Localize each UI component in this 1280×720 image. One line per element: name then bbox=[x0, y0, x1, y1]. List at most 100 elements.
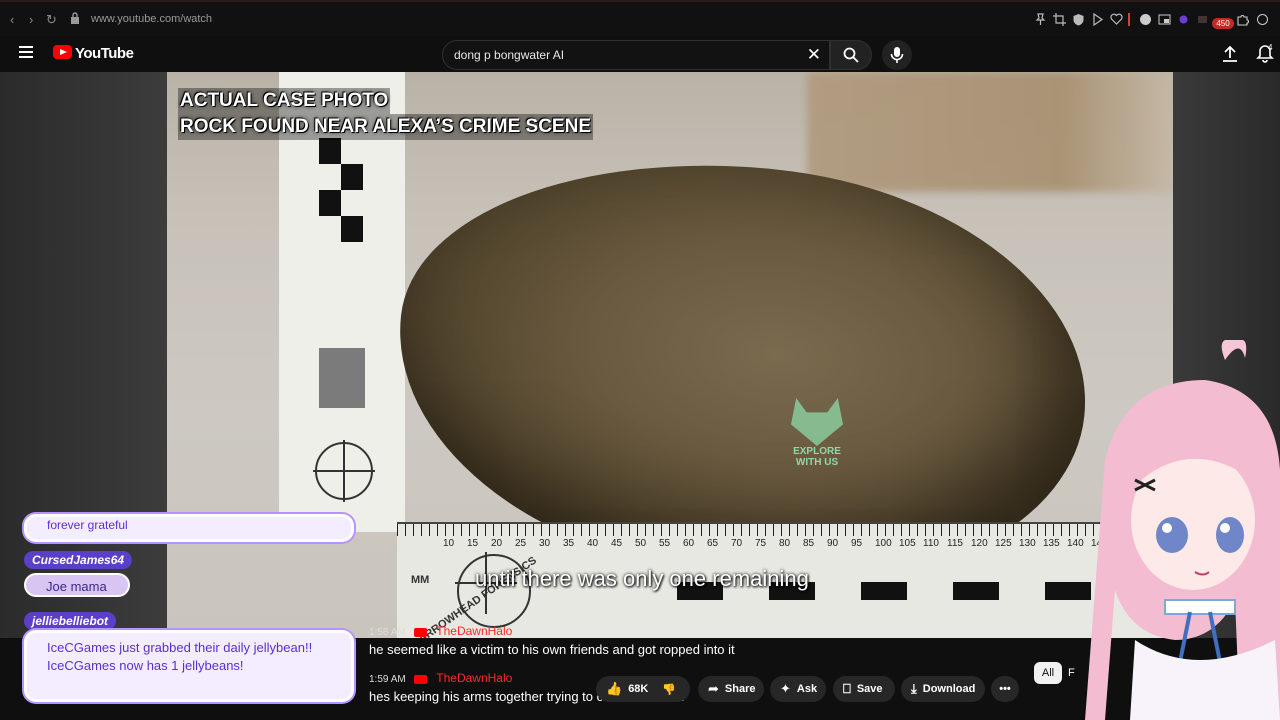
forensic-ruler-vertical bbox=[279, 72, 405, 532]
ruler-number: 50 bbox=[635, 538, 647, 549]
video-caption: until there was only one remaining bbox=[475, 566, 809, 591]
ask-label: Ask bbox=[796, 683, 818, 695]
ruler-number: 35 bbox=[563, 538, 575, 549]
vtuber-avatar bbox=[1085, 340, 1280, 720]
case-photo-title: ACTUAL CASE PHOTO ROCK FOUND NEAR ALEXA’… bbox=[178, 88, 593, 140]
save-button[interactable]: ⎕ Save bbox=[833, 676, 895, 702]
extension-icon[interactable] bbox=[1139, 13, 1152, 26]
back-button[interactable]: ‹ bbox=[10, 12, 14, 27]
ruler-number: 105 bbox=[899, 538, 916, 549]
ruler-number: 55 bbox=[659, 538, 671, 549]
heart-icon[interactable] bbox=[1110, 13, 1123, 26]
ruler-number: 70 bbox=[731, 538, 743, 549]
ask-button[interactable]: ✦ Ask bbox=[770, 676, 826, 702]
share-icon: ➦ bbox=[708, 681, 719, 696]
ruler-number: 85 bbox=[803, 538, 815, 549]
forward-button[interactable]: › bbox=[29, 12, 33, 27]
ruler-number: 20 bbox=[491, 538, 503, 549]
extension-dark-icon[interactable] bbox=[1196, 13, 1209, 26]
like-button[interactable]: 👍 68K 👎 bbox=[596, 676, 690, 702]
ruler-number: 115 bbox=[947, 538, 963, 549]
notifications-count: 4 bbox=[1268, 43, 1273, 52]
reload-button[interactable]: ↻ bbox=[46, 12, 57, 28]
search-button[interactable] bbox=[830, 40, 872, 70]
download-label: Download bbox=[922, 683, 976, 695]
extension-purple-icon[interactable] bbox=[1177, 13, 1190, 26]
ruler-number: 75 bbox=[755, 538, 767, 549]
save-label: Save bbox=[856, 683, 883, 695]
share-button[interactable]: ➦ Share bbox=[698, 676, 764, 702]
search-query[interactable]: dong p bongwater AI bbox=[454, 48, 564, 62]
crop-icon[interactable] bbox=[1053, 13, 1066, 26]
bookmark-icon: ⎕ bbox=[843, 681, 851, 696]
puzzle-icon[interactable] bbox=[1236, 13, 1249, 26]
voice-search-button[interactable] bbox=[882, 40, 912, 70]
watermark-text: EXPLORE WITH US bbox=[793, 446, 841, 468]
youtube-badge-icon bbox=[414, 627, 428, 637]
ruler-number: 100 bbox=[875, 538, 892, 549]
ruler-number: 90 bbox=[827, 538, 839, 549]
youtube-header: YouTube dong p bongwater AI ✕ 4 bbox=[0, 36, 1280, 72]
ruler-number: 120 bbox=[971, 538, 988, 549]
search-input[interactable]: dong p bongwater AI ✕ bbox=[442, 40, 830, 70]
divider bbox=[1128, 13, 1130, 26]
crosshair-target bbox=[313, 440, 375, 502]
ruler-number: 45 bbox=[611, 538, 623, 549]
stream-chat-bubble: forever grateful bbox=[24, 514, 354, 542]
ruler-number: 125 bbox=[995, 538, 1012, 549]
thumbs-up-icon: 👍 bbox=[606, 681, 623, 696]
chat-author[interactable]: TheDawnHalo bbox=[436, 624, 512, 638]
like-count: 68K bbox=[628, 683, 649, 695]
menu-icon[interactable] bbox=[19, 46, 33, 58]
more-actions-button[interactable]: ••• bbox=[991, 676, 1019, 702]
ruler-number: 10 bbox=[443, 538, 455, 549]
share-label: Share bbox=[724, 683, 756, 695]
download-button[interactable]: ⤓ Download bbox=[901, 676, 985, 702]
upload-icon[interactable] bbox=[1222, 45, 1238, 63]
chat-timestamp: 1:58 AM bbox=[369, 627, 406, 638]
thumbs-down-icon[interactable]: 👎 bbox=[662, 683, 676, 696]
chat-timestamp: 1:59 AM bbox=[369, 674, 406, 685]
ruler-number: 135 bbox=[1043, 538, 1060, 549]
chat-author[interactable]: TheDawnHalo bbox=[436, 671, 512, 685]
live-chat-message: he seemed like a victim to his own frien… bbox=[369, 642, 735, 657]
ruler-unit: MM bbox=[411, 574, 430, 586]
stream-chat-bubble: IceCGames just grabbed their daily jelly… bbox=[24, 630, 354, 702]
case-photo-title-line1: ACTUAL CASE PHOTO bbox=[178, 88, 391, 114]
ruler-number: 40 bbox=[587, 538, 599, 549]
picture-in-picture-icon[interactable] bbox=[1158, 13, 1171, 26]
pin-icon[interactable] bbox=[1034, 13, 1047, 26]
stream-chat-message: Joe mama bbox=[24, 573, 130, 597]
ruler-number: 25 bbox=[515, 538, 527, 549]
more-icon: ••• bbox=[999, 683, 1011, 695]
mic-icon bbox=[890, 47, 904, 63]
youtube-logo-text[interactable]: YouTube bbox=[75, 45, 134, 62]
filter-chip-all[interactable]: All bbox=[1034, 662, 1062, 684]
ruler-number: 60 bbox=[683, 538, 695, 549]
live-chat-meta: 1:59 AM TheDawnHalo bbox=[369, 671, 512, 685]
stream-chat-message: IceCGames just grabbed their daily jelly… bbox=[47, 640, 313, 673]
play-icon[interactable] bbox=[1091, 13, 1104, 26]
youtube-badge-icon bbox=[414, 674, 428, 684]
search-icon bbox=[843, 47, 859, 63]
download-tray-icon[interactable] bbox=[1256, 13, 1269, 26]
stream-chat-message: forever grateful bbox=[47, 518, 128, 532]
filter-chip-next[interactable]: F bbox=[1068, 662, 1075, 684]
case-photo-title-line2: ROCK FOUND NEAR ALEXA’S CRIME SCENE bbox=[178, 114, 593, 140]
stream-chat-username: jelliebelliebot bbox=[24, 612, 117, 630]
ruler-number: 30 bbox=[539, 538, 551, 549]
youtube-logo-icon[interactable] bbox=[53, 45, 72, 59]
background-wall bbox=[807, 72, 1173, 192]
address-bar[interactable]: www.youtube.com/watch bbox=[91, 13, 212, 25]
live-chat-meta: 1:58 AM TheDawnHalo bbox=[369, 624, 512, 638]
ruler-number: 80 bbox=[779, 538, 791, 549]
ruler-number: 65 bbox=[707, 538, 719, 549]
clear-search-icon[interactable]: ✕ bbox=[807, 45, 821, 65]
extension-badge: 450 bbox=[1212, 18, 1234, 29]
ruler-number: 15 bbox=[467, 538, 479, 549]
browser-toolbar: ‹ › ↻ www.youtube.com/watch 450 bbox=[0, 0, 1280, 36]
video-player[interactable]: EXPLORE WITH US 10 15 20 25 30 35 40 45 50 55 60 65… bbox=[167, 72, 1173, 638]
lock-icon bbox=[71, 12, 79, 24]
shield-icon[interactable] bbox=[1072, 13, 1085, 26]
stream-chat-username: CursedJames64 bbox=[24, 551, 133, 569]
